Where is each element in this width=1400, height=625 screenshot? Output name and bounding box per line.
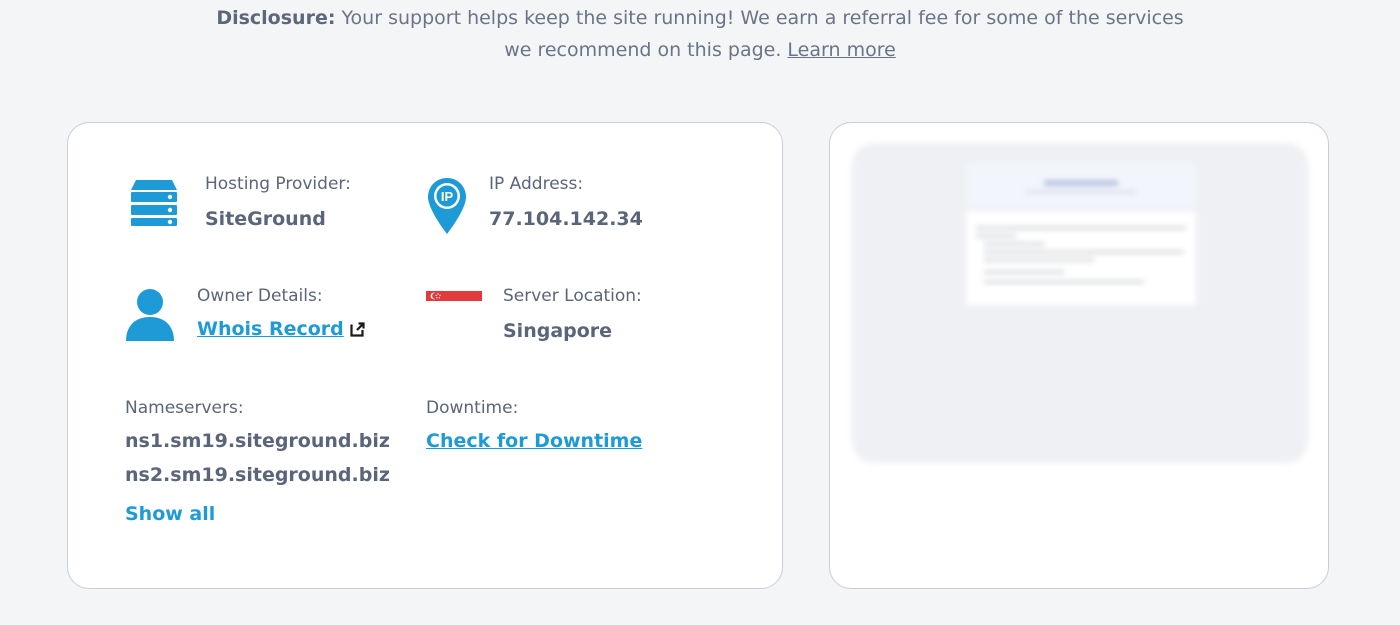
disclosure-banner: Disclosure: Your support helps keep the …	[0, 2, 1400, 66]
hosting-provider-label: Hosting Provider:	[205, 174, 351, 194]
site-screenshot-preview	[852, 143, 1308, 463]
show-all-button[interactable]: Show all	[125, 503, 215, 525]
owner-details-label: Owner Details:	[197, 286, 323, 306]
ip-address-value: 77.104.142.34	[489, 208, 643, 230]
downtime-label: Downtime:	[426, 398, 519, 418]
ip-icon-text: IP	[441, 189, 454, 204]
disclosure-line-1: Disclosure: Your support helps keep the …	[0, 2, 1400, 34]
user-icon	[126, 289, 174, 341]
ip-address-label: IP Address:	[489, 174, 584, 194]
site-info-card: Hosting Provider: SiteGround IP IP Addre…	[67, 122, 783, 589]
check-downtime-link[interactable]: Check for Downtime	[426, 430, 642, 452]
server-icon	[131, 180, 177, 226]
whois-record-link[interactable]: Whois Record	[197, 318, 365, 340]
site-screenshot-card	[829, 122, 1329, 589]
external-link-icon	[350, 322, 365, 337]
disclosure-text-1: Your support helps keep the site running…	[335, 7, 1184, 29]
hosting-provider-value: SiteGround	[205, 208, 326, 230]
nameserver-item: ns1.sm19.siteground.biz	[125, 430, 390, 452]
server-location-label: Server Location:	[503, 286, 642, 306]
server-location-value: Singapore	[503, 320, 613, 342]
blurred-page-thumbnail	[966, 163, 1196, 305]
disclosure-line-2: we recommend on this page. Learn more	[0, 34, 1400, 66]
learn-more-link[interactable]: Learn more	[787, 39, 895, 61]
location-pin-icon: IP	[428, 178, 466, 234]
disclosure-label: Disclosure:	[216, 7, 336, 29]
nameservers-label: Nameservers:	[125, 398, 244, 418]
singapore-flag-icon	[426, 291, 482, 311]
disclosure-text-2: we recommend on this page.	[504, 39, 788, 61]
whois-record-label: Whois Record	[197, 318, 344, 340]
nameserver-item: ns2.sm19.siteground.biz	[125, 464, 390, 486]
